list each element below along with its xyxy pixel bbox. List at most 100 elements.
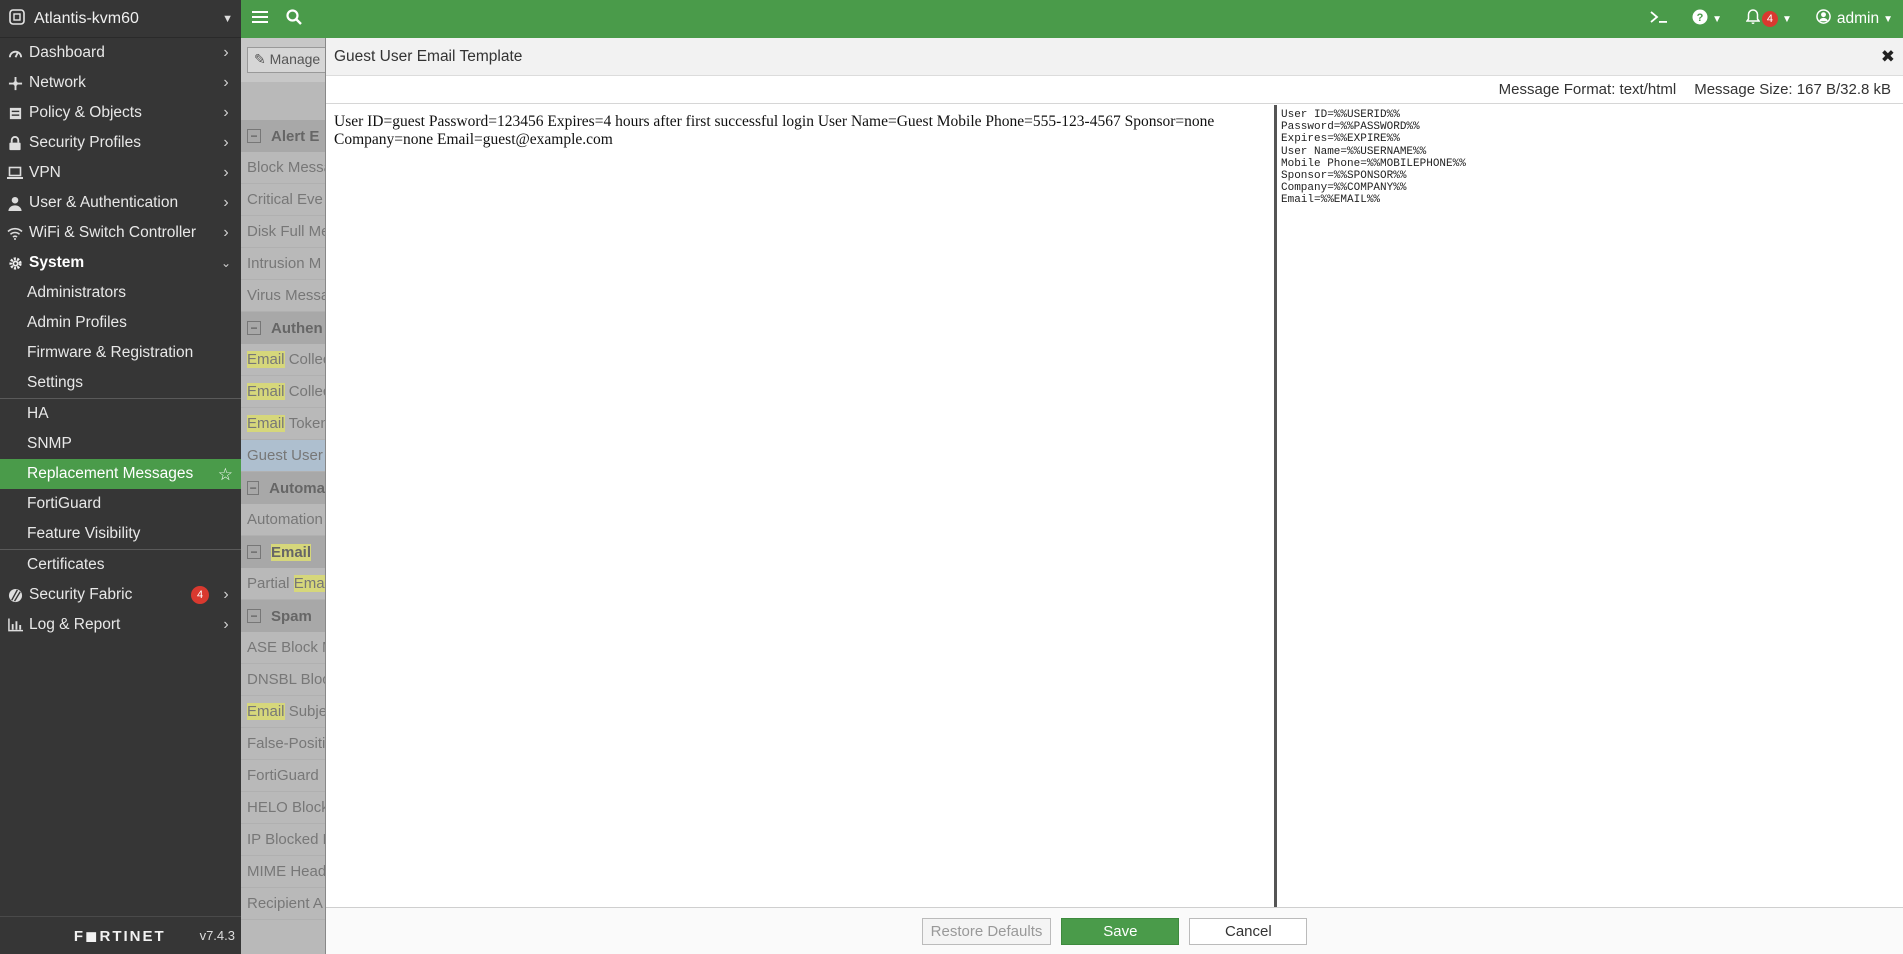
lock-icon	[6, 135, 24, 151]
list-item[interactable]: Virus Messa	[241, 280, 325, 312]
save-button[interactable]: Save	[1061, 917, 1180, 945]
sidebar-item-security-fabric[interactable]: Security Fabric 4 ›	[0, 580, 241, 610]
group-title: Automa	[269, 479, 325, 497]
sidebar-item-wifi-switch[interactable]: WiFi & Switch Controller ›	[0, 218, 241, 248]
sidebar-item-security-profiles[interactable]: Security Profiles ›	[0, 128, 241, 158]
notifications-button[interactable]: 4 ▼	[1745, 0, 1792, 38]
list-item[interactable]: Intrusion M	[241, 248, 325, 280]
sidebar-item-dashboard[interactable]: Dashboard ›	[0, 38, 241, 68]
laptop-icon	[6, 166, 24, 180]
list-item[interactable]: Email Collec	[241, 344, 325, 376]
collapse-icon: −	[247, 545, 261, 559]
sidebar-subitem-administrators[interactable]: Administrators	[0, 278, 241, 308]
list-item[interactable]: IP Blocked M	[241, 824, 325, 856]
sidebar-item-label: WiFi & Switch Controller	[29, 224, 197, 241]
sidebar-item-policy-objects[interactable]: Policy & Objects ›	[0, 98, 241, 128]
device-selector[interactable]: Atlantis-kvm60 ▼	[0, 0, 241, 38]
list-item-selected[interactable]: Guest User	[241, 440, 325, 472]
search-button[interactable]	[279, 0, 309, 38]
star-icon[interactable]: ☆	[218, 465, 233, 485]
chevron-down-icon: ▼	[222, 12, 233, 25]
collapse-icon: −	[247, 129, 261, 143]
sidebar-item-label: VPN	[29, 164, 61, 181]
user-menu-button[interactable]: admin ▼	[1816, 0, 1893, 38]
fabric-icon	[6, 588, 24, 603]
list-item-rest: Collec	[288, 383, 325, 400]
sidebar-subitem-firmware-registration[interactable]: Firmware & Registration	[0, 338, 241, 368]
help-button[interactable]: ? ▼	[1692, 0, 1722, 38]
group-header[interactable]: − Authen	[241, 312, 325, 344]
list-item[interactable]: Email Collec	[241, 376, 325, 408]
highlighted-text: Email	[247, 703, 285, 720]
chevron-right-icon: ›	[223, 616, 229, 633]
chevron-down-icon: ▼	[1712, 13, 1722, 25]
highlighted-text: Email	[293, 575, 325, 592]
cancel-button[interactable]: Cancel	[1189, 917, 1308, 945]
device-hostname: Atlantis-kvm60	[34, 9, 139, 27]
sidebar-menu: Dashboard › Network › Policy & Objects ›	[0, 38, 241, 640]
sidebar-item-vpn[interactable]: VPN ›	[0, 158, 241, 188]
list-item[interactable]: Automation	[241, 504, 325, 536]
list-item[interactable]: Email Subje	[241, 696, 325, 728]
manage-label: Manage	[269, 51, 321, 67]
sidebar-subitem-replacement-messages[interactable]: Replacement Messages ☆	[0, 459, 241, 489]
highlighted-text: Email	[247, 383, 285, 400]
group-header[interactable]: − Alert E	[241, 120, 325, 152]
sidebar-subitem-fortiguard[interactable]: FortiGuard	[0, 489, 241, 519]
list-item[interactable]: MIME Head	[241, 856, 325, 888]
list-item[interactable]: Disk Full Me	[241, 216, 325, 248]
dialog-header: Guest User Email Template ✖	[326, 38, 1903, 76]
sidebar-subitem-certificates[interactable]: Certificates	[0, 550, 241, 580]
dialog-body: User ID=guest Password=123456 Expires=4 …	[326, 105, 1903, 908]
list-item[interactable]: Critical Eve	[241, 184, 325, 216]
group-title: Email	[271, 543, 312, 561]
group-header[interactable]: − Email	[241, 536, 325, 568]
list-item[interactable]: HELO Block	[241, 792, 325, 824]
manage-button[interactable]: ✎ Manage	[247, 47, 325, 73]
group-header[interactable]: − Automa	[241, 472, 325, 504]
list-item[interactable]: Partial Email	[241, 568, 325, 600]
top-bar-actions: ? ▼ 4 ▼ admin ▼	[1650, 0, 1893, 38]
chevron-right-icon: ›	[223, 164, 229, 181]
sidebar-item-log-report[interactable]: Log & Report ›	[0, 610, 241, 640]
svg-text:?: ?	[1697, 12, 1704, 24]
sidebar-subitem-snmp[interactable]: SNMP	[0, 429, 241, 459]
sidebar-subitem-admin-profiles[interactable]: Admin Profiles	[0, 308, 241, 338]
list-item[interactable]: ASE Block M	[241, 632, 325, 664]
sidebar-item-network[interactable]: Network ›	[0, 68, 241, 98]
message-source-editor[interactable]: User ID=%%USERID%% Password=%%PASSWORD%%…	[1277, 105, 1903, 908]
close-icon[interactable]: ✖	[1881, 47, 1895, 67]
group-header[interactable]: − Spam	[241, 600, 325, 632]
group-title: Spam	[271, 607, 312, 625]
chevron-right-icon: ›	[223, 74, 229, 91]
sidebar-item-label: User & Authentication	[29, 194, 179, 211]
sidebar-subitem-ha[interactable]: HA	[0, 399, 241, 429]
chevron-right-icon: ›	[223, 134, 229, 151]
chevron-right-icon: ›	[223, 104, 229, 121]
message-format: Message Format: text/html	[1498, 81, 1677, 98]
cli-console-button[interactable]	[1650, 0, 1668, 38]
menu-toggle-button[interactable]	[241, 0, 279, 38]
sidebar-item-user-authentication[interactable]: User & Authentication ›	[0, 188, 241, 218]
wifi-icon	[6, 227, 24, 240]
sidebar-item-label: Network	[29, 74, 86, 91]
list-toolbar: ✎ Manage	[241, 38, 325, 82]
username: admin	[1836, 10, 1880, 27]
group-title: Authen	[271, 319, 323, 337]
list-item[interactable]: Email Token	[241, 408, 325, 440]
sidebar-subitem-feature-visibility[interactable]: Feature Visibility	[0, 519, 241, 549]
sidebar-item-system[interactable]: System ⌄	[0, 248, 241, 278]
list-item[interactable]: FortiGuard	[241, 760, 325, 792]
list-item[interactable]: Block Messa	[241, 152, 325, 184]
app-root: Atlantis-kvm60 ▼ Dashboard › Network › P…	[0, 0, 1903, 954]
list-item[interactable]: Recipient A	[241, 888, 325, 920]
dialog-footer: Restore Defaults Save Cancel	[326, 907, 1903, 954]
chevron-right-icon: ›	[223, 194, 229, 211]
sidebar-subitem-settings[interactable]: Settings	[0, 368, 241, 398]
sidebar-item-label: Security Fabric	[29, 586, 133, 603]
message-info-bar: Message Format: text/html Message Size: …	[326, 76, 1903, 104]
restore-defaults-button[interactable]: Restore Defaults	[921, 917, 1052, 945]
list-item[interactable]: DNSBL Bloc	[241, 664, 325, 696]
list-item[interactable]: False-Positi	[241, 728, 325, 760]
policy-icon	[6, 106, 24, 121]
